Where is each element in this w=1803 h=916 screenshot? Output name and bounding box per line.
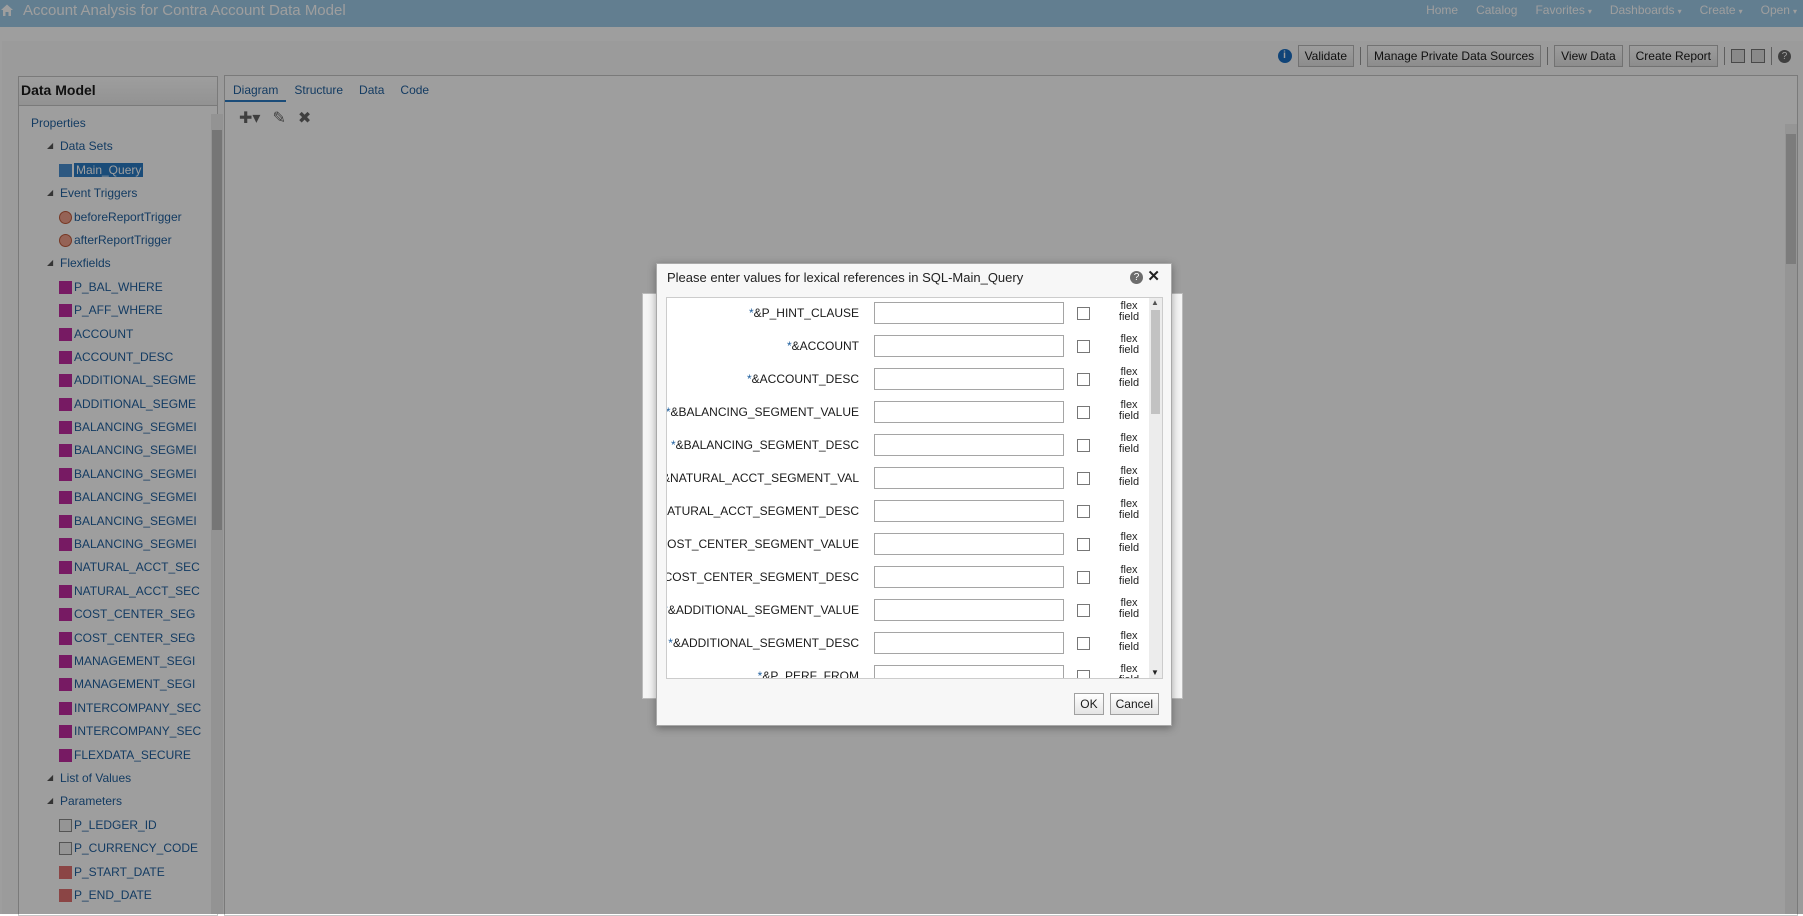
parameter-row: *&ADDITIONAL_SEGMENT_VALUE flexfield — [667, 595, 1145, 628]
parameter-name: &NATURAL_ACCT_SEGMENT_DESC — [666, 504, 859, 518]
flexfield-checkbox[interactable] — [1077, 637, 1090, 650]
flexfield-label-line: field — [1118, 443, 1140, 455]
flexfield-label-line: field — [1118, 344, 1140, 356]
flexfield-label-line: field — [1118, 311, 1140, 323]
dialog-buttons: OK Cancel — [1074, 693, 1159, 715]
parameter-value-input[interactable] — [874, 665, 1064, 678]
parameter-row: *&NATURAL_ACCT_SEGMENT_VAL flexfield — [667, 463, 1145, 496]
parameter-name: &COST_CENTER_SEGMENT_DESC — [666, 570, 859, 584]
parameter-row: *&ACCOUNT flex field — [667, 331, 1145, 364]
parameter-label: *&ACCOUNT — [787, 339, 859, 353]
parameter-label: *&ACCOUNT_DESC — [747, 372, 859, 386]
parameter-label: *&COST_CENTER_SEGMENT_VALUE — [666, 537, 859, 551]
flexfield-checkbox[interactable] — [1077, 571, 1090, 584]
parameter-label: *&P_HINT_CLAUSE — [749, 306, 859, 320]
parameter-value-input[interactable] — [874, 566, 1064, 588]
flexfield-label-line: field — [1118, 410, 1140, 422]
flexfield-checkbox[interactable] — [1077, 472, 1090, 485]
parameter-name: &BALANCING_SEGMENT_DESC — [675, 438, 859, 452]
flexfield-checkbox[interactable] — [1077, 373, 1090, 386]
parameter-row: *&COST_CENTER_SEGMENT_DESC flexfield — [667, 562, 1145, 595]
parameter-row: *&ADDITIONAL_SEGMENT_DESC flex field — [667, 628, 1145, 661]
parameter-name: &BALANCING_SEGMENT_VALUE — [670, 405, 859, 419]
flexfield-checkbox[interactable] — [1077, 307, 1090, 320]
parameter-row: *&P_HINT_CLAUSE flex field — [667, 298, 1145, 331]
parameter-name: &NATURAL_ACCT_SEGMENT_VAL — [666, 471, 859, 485]
parameter-name: &COST_CENTER_SEGMENT_VALUE — [666, 537, 859, 551]
flexfield-label: flexfield — [1114, 598, 1144, 620]
parameter-name: &ACCOUNT — [791, 339, 859, 353]
flexfield-label-line: field — [1118, 542, 1140, 554]
parameter-label: *&NATURAL_ACCT_SEGMENT_VAL — [666, 471, 859, 485]
dialog-title: Please enter values for lexical referenc… — [667, 270, 1024, 285]
flexfield-label-line: field — [1114, 675, 1144, 679]
parameter-label: *&BALANCING_SEGMENT_VALUE — [667, 405, 859, 419]
parameter-row: *&P_PERF_FROM flexfield — [667, 661, 1145, 679]
flexfield-label: flexfield — [1114, 499, 1144, 521]
parameter-value-input[interactable] — [874, 632, 1064, 654]
flexfield-label-line: field — [1118, 476, 1140, 488]
parameter-value-input[interactable] — [874, 401, 1064, 423]
parameter-label: *&NATURAL_ACCT_SEGMENT_DESC — [666, 504, 859, 518]
parameter-value-input[interactable] — [874, 335, 1064, 357]
flexfield-label-line: field — [1118, 641, 1140, 653]
parameter-name: &P_PERF_FROM — [762, 669, 859, 679]
parameter-name: &ADDITIONAL_SEGMENT_VALUE — [667, 603, 859, 617]
parameter-label: *&P_PERF_FROM — [758, 669, 859, 679]
flexfield-label: flexfield — [1114, 565, 1144, 587]
parameter-name: &ACCOUNT_DESC — [751, 372, 859, 386]
parameter-row: *&BALANCING_SEGMENT_DESC flex field — [667, 430, 1145, 463]
flexfield-label: flexfield — [1114, 433, 1144, 455]
parameter-label: *&BALANCING_SEGMENT_DESC — [671, 438, 859, 452]
parameter-label: *&ADDITIONAL_SEGMENT_VALUE — [667, 603, 859, 617]
flexfield-label: flexfield — [1114, 532, 1144, 554]
flexfield-label: flexfield — [1114, 334, 1144, 356]
flexfield-checkbox[interactable] — [1077, 439, 1090, 452]
flexfield-checkbox[interactable] — [1077, 340, 1090, 353]
cancel-button[interactable]: Cancel — [1109, 693, 1159, 715]
flexfield-label-line: field — [1118, 377, 1140, 389]
parameter-label: *&COST_CENTER_SEGMENT_DESC — [666, 570, 859, 584]
parameter-label: *&ADDITIONAL_SEGMENT_DESC — [668, 636, 859, 650]
help-icon[interactable]: ? — [1130, 271, 1143, 284]
parameter-value-input[interactable] — [874, 533, 1064, 555]
ok-button[interactable]: OK — [1074, 693, 1104, 715]
parameter-value-input[interactable] — [874, 599, 1064, 621]
parameter-row: *&ACCOUNT_DESC flex field — [667, 364, 1145, 397]
parameter-name: &P_HINT_CLAUSE — [753, 306, 859, 320]
parameter-value-input[interactable] — [874, 434, 1064, 456]
flexfield-checkbox[interactable] — [1077, 406, 1090, 419]
parameter-name: &ADDITIONAL_SEGMENT_DESC — [672, 636, 859, 650]
parameter-value-input[interactable] — [874, 500, 1064, 522]
close-icon[interactable]: ✕ — [1147, 267, 1160, 285]
flexfield-label: flexfield — [1114, 400, 1144, 422]
flexfield-label: flexfield — [1114, 367, 1144, 389]
scroll-up-icon[interactable]: ▲ — [1151, 298, 1159, 307]
flexfield-checkbox[interactable] — [1077, 505, 1090, 518]
parameter-list: ▲ ▼ *&P_HINT_CLAUSE flex field *&ACCOUNT fle… — [666, 297, 1163, 679]
dialog-scrollbar-thumb[interactable] — [1151, 310, 1160, 414]
scroll-down-icon[interactable]: ▼ — [1151, 668, 1159, 677]
parameter-value-input[interactable] — [874, 302, 1064, 324]
parameter-row: *&BALANCING_SEGMENT_VALUE flex field — [667, 397, 1145, 430]
flexfield-label-line: field — [1118, 575, 1140, 587]
flexfield-label: flexfield — [1114, 466, 1144, 488]
parameter-row: *&COST_CENTER_SEGMENT_VALUE flexfield — [667, 529, 1145, 562]
dialog-scrollbar[interactable]: ▲ ▼ — [1149, 298, 1162, 678]
parameter-value-input[interactable] — [874, 368, 1064, 390]
flexfield-checkbox[interactable] — [1077, 670, 1090, 678]
parameter-value-input[interactable] — [874, 467, 1064, 489]
flexfield-label: flexfield — [1114, 631, 1144, 653]
flexfield-label: flexfield — [1114, 664, 1144, 679]
flexfield-label-line: field — [1118, 509, 1140, 521]
parameter-row: *&NATURAL_ACCT_SEGMENT_DESC flexfield — [667, 496, 1145, 529]
flexfield-checkbox[interactable] — [1077, 604, 1090, 617]
flexfield-label: flexfield — [1114, 301, 1144, 323]
flexfield-checkbox[interactable] — [1077, 538, 1090, 551]
flexfield-label-line: field — [1118, 608, 1140, 620]
lexical-references-dialog: Please enter values for lexical referenc… — [656, 263, 1172, 726]
